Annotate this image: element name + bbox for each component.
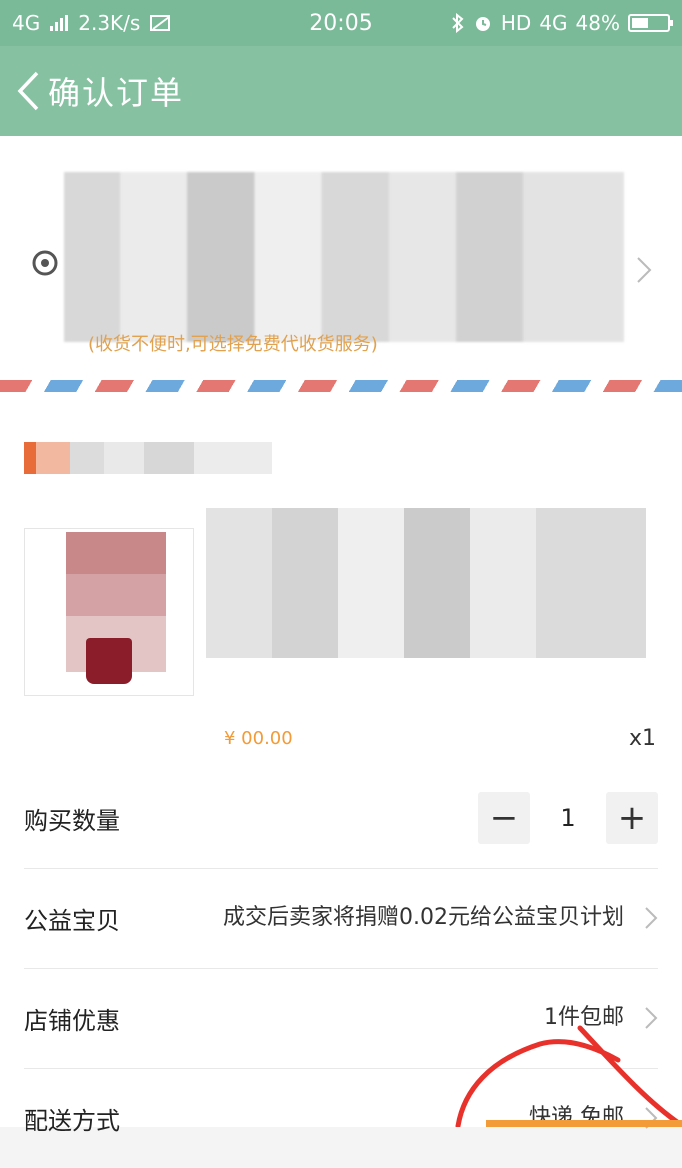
delivery-value: 快递 免邮 bbox=[529, 1104, 624, 1130]
shop-name-blurred bbox=[24, 442, 272, 474]
delivery-label: 配送方式 bbox=[24, 1106, 120, 1135]
address-blurred bbox=[64, 172, 624, 342]
product-quantity: x1 bbox=[628, 726, 656, 751]
back-arrow-icon bbox=[17, 71, 39, 111]
back-button[interactable] bbox=[8, 61, 48, 121]
hd-label: HD bbox=[500, 11, 532, 35]
alarm-icon bbox=[475, 17, 490, 31]
product-price: ¥ 00.00 bbox=[224, 728, 293, 749]
signal-icon bbox=[50, 15, 69, 31]
product-title-blurred bbox=[206, 508, 646, 658]
airmail-divider bbox=[0, 380, 682, 392]
charity-row[interactable]: 公益宝贝 成交后卖家将捐赠0.02元给公益宝贝计划 bbox=[24, 868, 658, 969]
chevron-right-icon bbox=[637, 257, 652, 283]
address-card[interactable]: (收货不便时,可选择免费代收货服务) bbox=[0, 136, 682, 380]
network-type: 4G bbox=[12, 11, 41, 35]
quantity-value: 1 bbox=[560, 804, 576, 832]
network-type-2: 4G bbox=[539, 11, 568, 35]
quantity-stepper: − 1 + bbox=[478, 792, 658, 844]
product-image bbox=[86, 638, 132, 684]
delivery-row[interactable]: 配送方式 快递 免邮 bbox=[24, 1068, 658, 1168]
net-speed: 2.3K/s bbox=[78, 11, 141, 35]
location-icon bbox=[32, 250, 58, 276]
charity-label: 公益宝贝 bbox=[24, 906, 120, 935]
battery-percent: 48% bbox=[575, 11, 620, 35]
charity-value: 成交后卖家将捐赠0.02元给公益宝贝计划 bbox=[223, 904, 624, 930]
quantity-label: 购买数量 bbox=[24, 806, 120, 835]
order-options: 购买数量 − 1 + 公益宝贝 成交后卖家将捐赠0.02元给公益宝贝计划 店铺优… bbox=[0, 768, 682, 1135]
battery-icon bbox=[628, 14, 673, 32]
increment-button[interactable]: + bbox=[606, 792, 658, 844]
chevron-right-icon bbox=[645, 907, 658, 929]
chevron-right-icon bbox=[645, 1007, 658, 1029]
decrement-button[interactable]: − bbox=[478, 792, 530, 844]
page-title: 确认订单 bbox=[48, 74, 185, 112]
status-bar: 4G 2.3K/s 20:05 HD 4G 48% bbox=[0, 0, 682, 46]
quantity-row: 购买数量 − 1 + bbox=[24, 768, 658, 869]
address-note: (收货不便时,可选择免费代收货服务) bbox=[88, 334, 378, 355]
nav-bar: 确认订单 bbox=[0, 46, 682, 136]
bluetooth-icon bbox=[452, 13, 464, 33]
goods-card: ¥ 00.00 x1 bbox=[0, 392, 682, 768]
shop-discount-label: 店铺优惠 bbox=[24, 1006, 120, 1035]
shop-discount-value: 1件包邮 bbox=[544, 1004, 624, 1030]
shop-discount-row[interactable]: 店铺优惠 1件包邮 bbox=[24, 968, 658, 1069]
no-sim-icon bbox=[150, 15, 171, 31]
bottom-bar-edge bbox=[486, 1120, 682, 1127]
